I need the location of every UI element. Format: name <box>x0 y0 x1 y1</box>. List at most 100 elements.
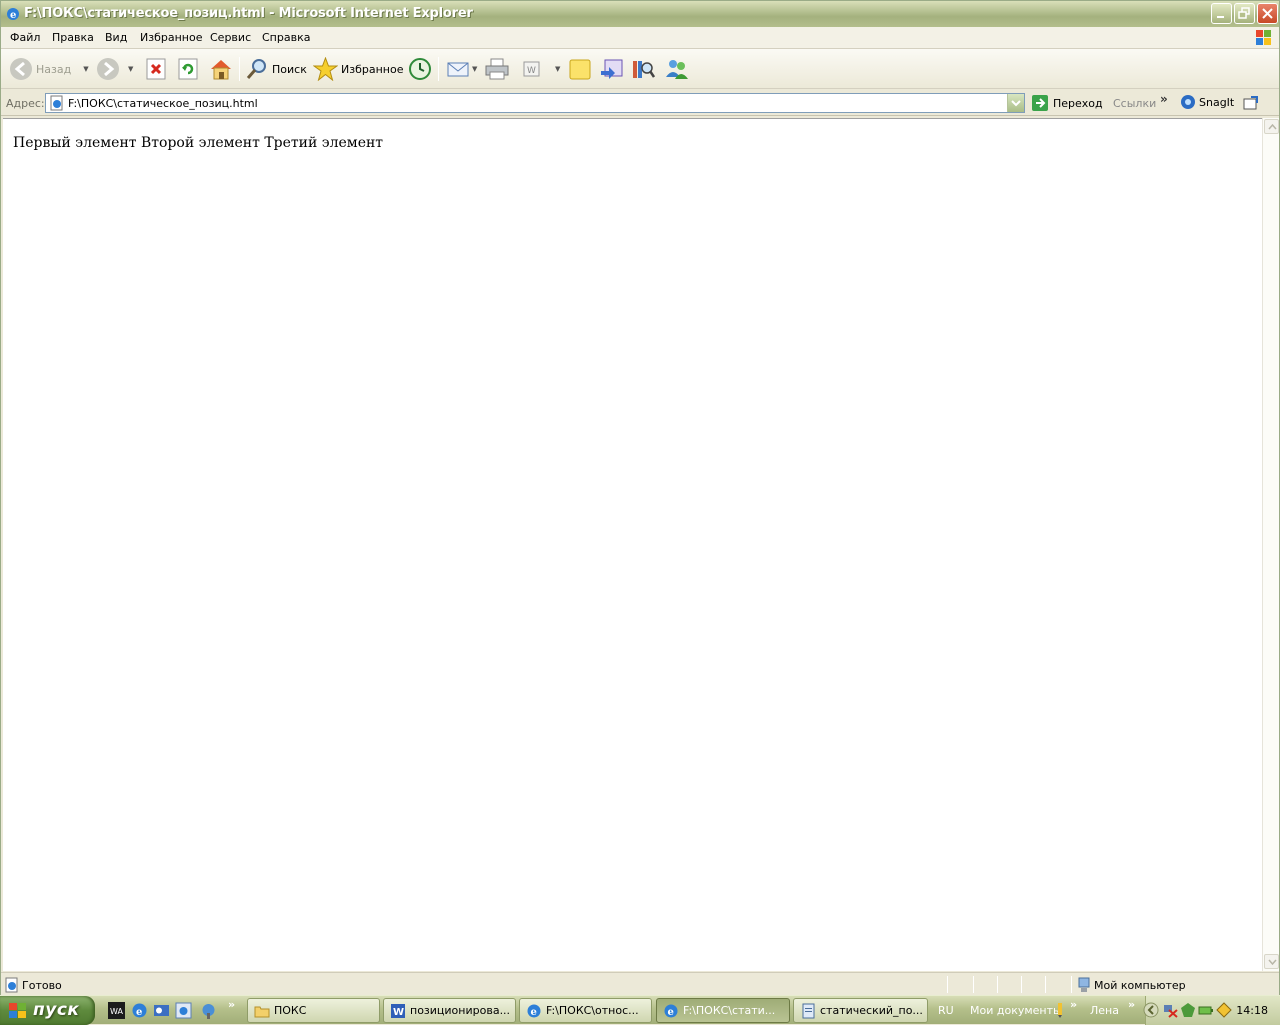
language-indicator[interactable]: RU <box>938 1004 954 1017</box>
printer-icon <box>485 58 509 80</box>
pencil-icon[interactable] <box>1055 1002 1065 1018</box>
history-button[interactable] <box>407 56 433 82</box>
back-button[interactable]: Назад ▼ <box>9 56 89 82</box>
address-bar: Адрес: F:\ПОКС\статическое_позиц.html Пе… <box>1 90 1279 116</box>
snagit-capture-icon[interactable] <box>1243 95 1259 111</box>
forward-dropdown-icon[interactable]: ▼ <box>128 65 133 73</box>
chevron-up-icon <box>1268 124 1277 130</box>
search-button[interactable]: Поиск <box>245 56 307 82</box>
people-icon <box>666 60 688 79</box>
ie-window-icon[interactable] <box>175 1002 192 1019</box>
my-documents-toolbar[interactable]: Мои документы <box>970 1004 1062 1017</box>
word-edit-icon: W <box>523 61 540 77</box>
task-ie-static[interactable]: e F:\ПОКС\стати... <box>656 998 790 1023</box>
title-bar[interactable]: e F:\ПОКС\статическое_позиц.html - Micro… <box>1 1 1279 27</box>
clock[interactable]: 14:18 <box>1236 1004 1268 1017</box>
snagit-button[interactable]: SnagIt <box>1180 94 1234 110</box>
tray-expand-icon[interactable] <box>1143 1002 1159 1018</box>
favorites-button[interactable]: Избранное <box>313 56 403 82</box>
windows-flag-icon <box>9 1003 26 1018</box>
security-shield-icon[interactable] <box>1216 1002 1232 1018</box>
task-label: F:\ПОКС\стати... <box>683 1004 776 1017</box>
toolbar-separator <box>239 57 240 81</box>
refresh-icon <box>178 58 198 80</box>
back-dropdown-icon[interactable]: ▼ <box>83 65 88 73</box>
restore-button[interactable] <box>1234 3 1255 24</box>
menu-favorites[interactable]: Избранное <box>140 31 202 44</box>
mail-button[interactable]: ▼ <box>446 56 477 82</box>
svg-text:e: e <box>531 1007 537 1018</box>
minimize-button[interactable] <box>1211 3 1232 24</box>
task-ie-relative[interactable]: e F:\ПОКС\относ... <box>519 998 652 1023</box>
menu-file[interactable]: Файл <box>10 31 40 44</box>
mail-dropdown-icon[interactable]: ▼ <box>472 65 477 73</box>
network-disconnected-icon[interactable] <box>1162 1002 1178 1018</box>
chevron-down-icon <box>1011 100 1021 107</box>
task-label: ПОКС <box>274 1004 307 1017</box>
standard-toolbar: Назад ▼ ▼ Поиск Избранное ▼ W ▼ <box>1 49 1279 89</box>
ie-quicklaunch-icon[interactable]: e <box>131 1002 148 1019</box>
start-button[interactable]: пуск <box>0 996 95 1025</box>
antivirus-icon[interactable] <box>1180 1002 1196 1018</box>
page-icon <box>50 95 63 111</box>
task-word-doc[interactable]: W позиционирова... <box>383 998 516 1023</box>
favorites-label: Избранное <box>341 62 404 76</box>
research-icon <box>633 61 655 78</box>
security-zone[interactable]: Мой компьютер <box>1077 977 1186 993</box>
status-divider <box>1071 976 1072 993</box>
task-static-file[interactable]: статический_по... <box>793 998 928 1023</box>
ie-window: e F:\ПОКС\статическое_позиц.html - Micro… <box>0 0 1280 995</box>
svg-text:e: e <box>136 1007 142 1018</box>
vertical-scrollbar[interactable] <box>1262 118 1279 971</box>
history-icon <box>409 58 431 80</box>
status-divider <box>947 976 948 993</box>
task-poks[interactable]: ПОКС <box>247 998 380 1023</box>
scroll-up-button[interactable] <box>1264 119 1279 134</box>
battery-icon[interactable] <box>1198 1002 1214 1018</box>
print-button[interactable] <box>484 56 510 82</box>
search-label: Поиск <box>272 62 307 76</box>
links-label[interactable]: Ссылки <box>1113 97 1156 110</box>
go-button[interactable]: Переход <box>1031 94 1103 112</box>
page-status-icon <box>5 977 18 993</box>
menu-view[interactable]: Вид <box>105 31 127 44</box>
forward-button[interactable]: ▼ <box>96 56 133 82</box>
quicklaunch-chevron-icon[interactable]: » <box>228 998 235 1011</box>
taskbar: пуск WA e » ПОКС W позиционирова... e F:… <box>0 995 1280 1025</box>
snagit-icon <box>1181 95 1195 109</box>
window-title: F:\ПОКС\статическое_позиц.html - Microso… <box>24 6 473 21</box>
close-button[interactable] <box>1257 3 1278 24</box>
messenger-icon <box>601 59 623 79</box>
refresh-button[interactable] <box>178 56 198 82</box>
word-icon: W <box>391 1003 405 1018</box>
address-input[interactable]: F:\ПОКС\статическое_позиц.html <box>45 93 1025 113</box>
address-dropdown-button[interactable] <box>1007 94 1024 112</box>
stop-button[interactable] <box>146 56 166 82</box>
back-label: Назад <box>36 62 72 76</box>
menu-tools[interactable]: Сервис <box>210 31 251 44</box>
research-button[interactable] <box>631 56 655 82</box>
discuss-button[interactable] <box>568 56 592 82</box>
restore-icon <box>1238 7 1250 19</box>
scroll-down-button[interactable] <box>1264 954 1279 969</box>
contacts-button[interactable] <box>664 56 690 82</box>
menu-help[interactable]: Справка <box>262 31 310 44</box>
edit-button[interactable]: W ▼ <box>521 56 560 82</box>
outlook-icon[interactable] <box>153 1002 170 1019</box>
windows-logo-icon <box>1256 30 1271 45</box>
forward-arrow-icon <box>97 58 119 80</box>
user-toolbar[interactable]: Лена <box>1090 1004 1119 1017</box>
edit-dropdown-icon[interactable]: ▼ <box>555 65 560 73</box>
winamp-icon[interactable]: WA <box>108 1002 125 1019</box>
messenger-button[interactable] <box>599 56 625 82</box>
tray-chevron-icon[interactable]: » <box>1128 998 1135 1011</box>
links-chevron-icon[interactable]: » <box>1160 92 1168 106</box>
page-content[interactable]: Первый элемент Второй элемент Третий эле… <box>3 118 1262 971</box>
chevron-down-icon <box>1268 959 1277 965</box>
document-icon <box>802 1003 815 1018</box>
menu-edit[interactable]: Правка <box>52 31 94 44</box>
media-icon[interactable] <box>200 1002 217 1019</box>
address-label: Адрес: <box>6 97 45 110</box>
toolbar-chevron-icon[interactable]: » <box>1070 998 1077 1011</box>
home-button[interactable] <box>208 56 234 82</box>
